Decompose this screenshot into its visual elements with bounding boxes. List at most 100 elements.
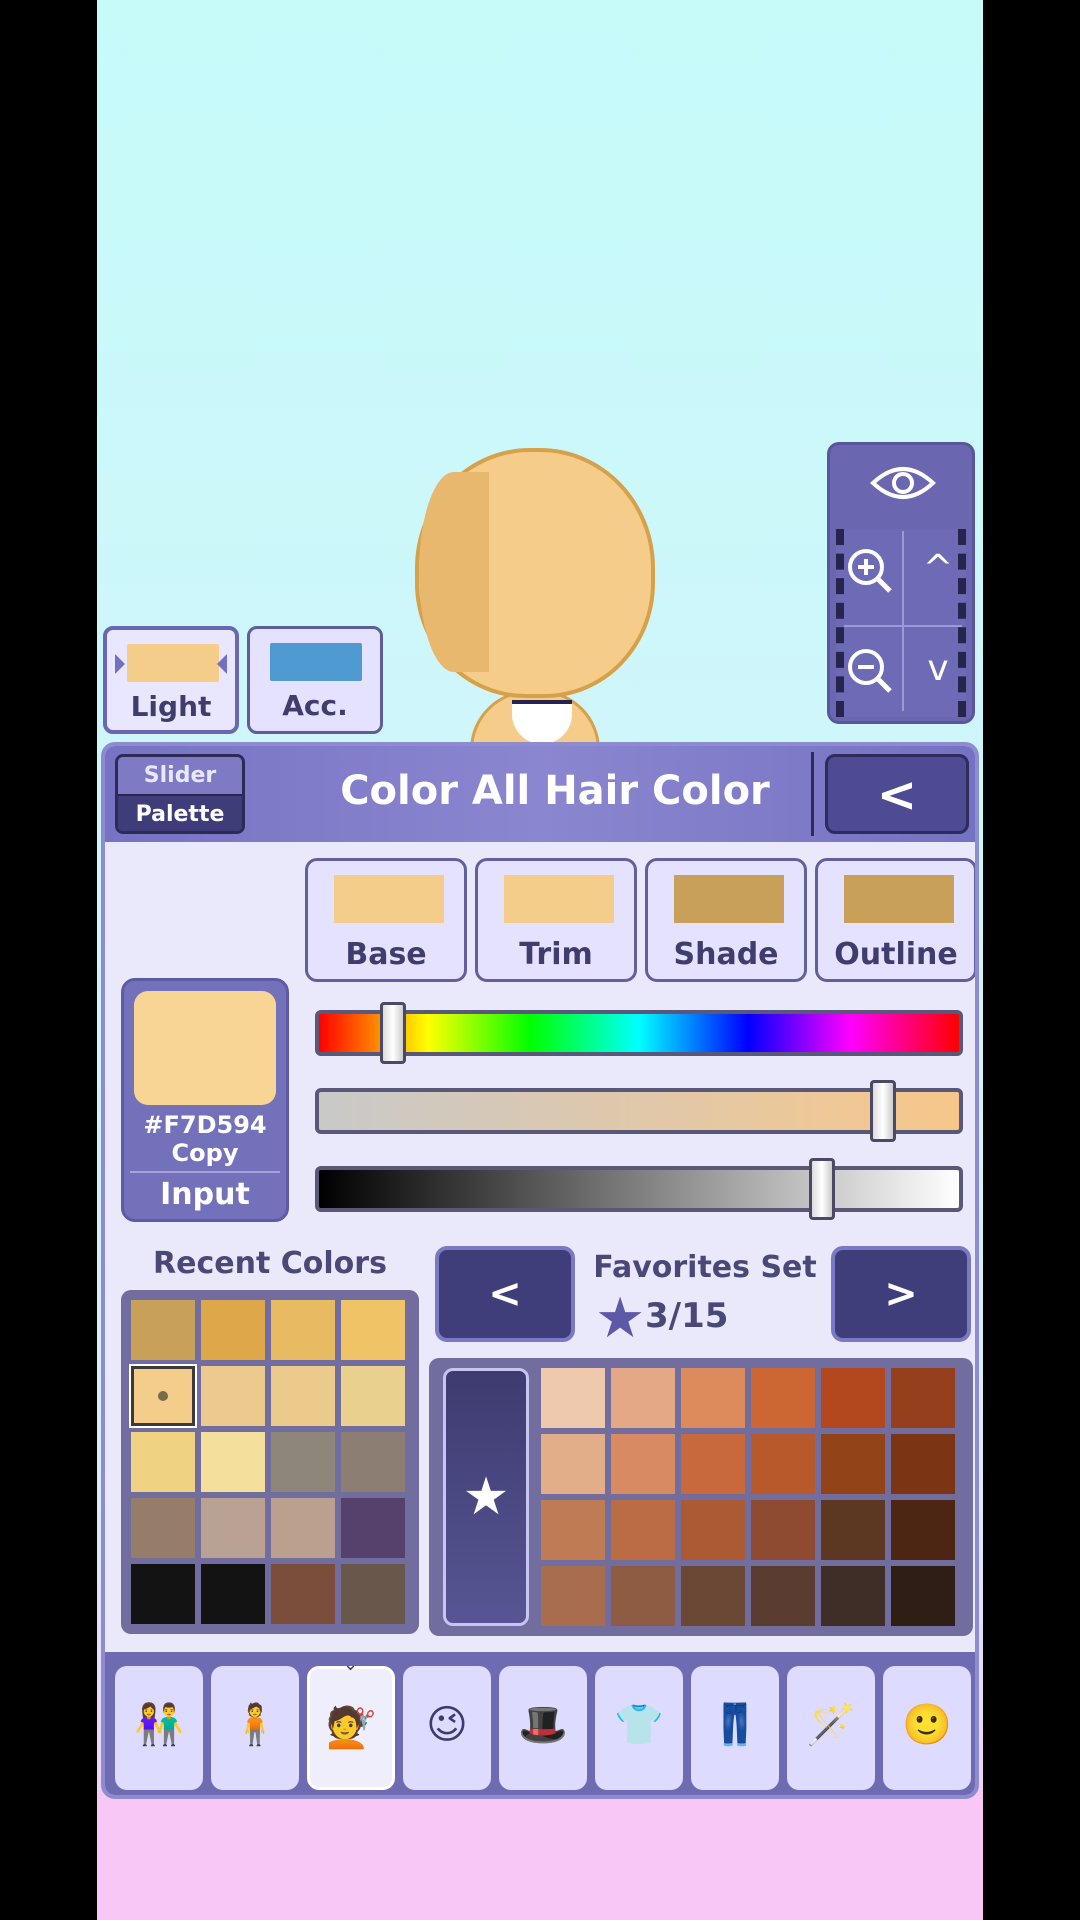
- face-tab-icon[interactable]: 😉: [403, 1666, 491, 1790]
- saturation-slider[interactable]: [315, 1088, 963, 1134]
- recent-color-swatch[interactable]: [271, 1498, 335, 1558]
- recent-color-swatch[interactable]: [201, 1300, 265, 1360]
- zoom-down-button[interactable]: v: [910, 645, 966, 693]
- favorite-color-swatch[interactable]: [821, 1434, 885, 1494]
- hue-slider-handle[interactable]: [380, 1002, 407, 1064]
- favorite-color-swatch[interactable]: [611, 1434, 675, 1494]
- characters-tab-icon[interactable]: 👫: [115, 1666, 203, 1790]
- recent-color-swatch[interactable]: [341, 1498, 405, 1558]
- bottom-clothing-tab-icon[interactable]: 👖: [691, 1666, 779, 1790]
- favorites-prev-button[interactable]: <: [435, 1246, 575, 1342]
- recent-color-swatch[interactable]: [271, 1366, 335, 1426]
- zoom-panel: ^ v: [827, 442, 975, 724]
- favorite-color-swatch[interactable]: [751, 1500, 815, 1560]
- favorite-color-swatch[interactable]: [891, 1434, 955, 1494]
- recent-color-swatch[interactable]: [201, 1564, 265, 1624]
- top-clothing-tab-icon[interactable]: 👕: [595, 1666, 683, 1790]
- favorite-color-swatch[interactable]: [541, 1368, 605, 1428]
- saturation-slider-handle[interactable]: [869, 1080, 896, 1142]
- favorite-color-swatch[interactable]: [751, 1566, 815, 1626]
- layer-base-button[interactable]: Base: [305, 858, 467, 982]
- layer-color-chip: [334, 875, 444, 923]
- favorite-color-swatch[interactable]: [541, 1500, 605, 1560]
- panel-title: Color All Hair Color: [340, 768, 770, 814]
- layer-shade-button[interactable]: Shade: [645, 858, 807, 982]
- header-divider: [811, 752, 814, 836]
- favorite-color-swatch[interactable]: [891, 1368, 955, 1428]
- add-favorite-star-button[interactable]: ★: [443, 1368, 529, 1626]
- recent-colors-grid: [121, 1290, 419, 1634]
- light-color-button[interactable]: Light: [103, 626, 239, 734]
- favorite-color-swatch[interactable]: [821, 1500, 885, 1560]
- bottom-background: [97, 1790, 983, 1920]
- zoom-in-icon[interactable]: [842, 545, 898, 593]
- character-head[interactable]: [415, 448, 655, 698]
- profile-tab-icon[interactable]: 🙂: [883, 1666, 971, 1790]
- light-label: Light: [130, 690, 212, 723]
- zoom-divider-vertical: [902, 531, 904, 711]
- layer-outline-button[interactable]: Outline: [815, 858, 975, 982]
- recent-color-swatch[interactable]: [131, 1432, 195, 1492]
- eye-icon[interactable]: [870, 461, 936, 505]
- palette-mode-option[interactable]: Palette: [118, 794, 242, 831]
- favorite-color-swatch[interactable]: [681, 1566, 745, 1626]
- favorite-color-swatch[interactable]: [891, 1500, 955, 1560]
- recent-color-swatch[interactable]: [201, 1366, 265, 1426]
- layer-trim-button[interactable]: Trim: [475, 858, 637, 982]
- favorite-color-swatch[interactable]: [891, 1566, 955, 1626]
- recent-color-swatch[interactable]: [271, 1300, 335, 1360]
- brightness-slider[interactable]: [315, 1166, 963, 1212]
- recent-color-swatch[interactable]: [341, 1366, 405, 1426]
- favorite-color-swatch[interactable]: [541, 1566, 605, 1626]
- color-panel: Slider Palette Color All Hair Color < Ba…: [101, 742, 979, 1799]
- favorite-color-swatch[interactable]: [611, 1368, 675, 1428]
- copy-button[interactable]: Copy: [124, 1139, 286, 1167]
- favorite-color-swatch[interactable]: [751, 1368, 815, 1428]
- favorite-color-swatch[interactable]: [821, 1368, 885, 1428]
- recent-color-swatch[interactable]: [341, 1564, 405, 1624]
- favorites-next-button[interactable]: >: [831, 1246, 971, 1342]
- favorite-color-swatch[interactable]: [611, 1566, 675, 1626]
- favorite-color-swatch[interactable]: [821, 1566, 885, 1626]
- recent-color-swatch[interactable]: [341, 1300, 405, 1360]
- head-shading: [419, 472, 489, 672]
- recent-color-swatch[interactable]: [201, 1498, 265, 1558]
- recent-color-swatch[interactable]: [131, 1498, 195, 1558]
- accessories-tab-icon[interactable]: 🎩: [499, 1666, 587, 1790]
- brightness-slider-handle[interactable]: [808, 1158, 835, 1220]
- props-tab-icon[interactable]: 🪄: [787, 1666, 875, 1790]
- hex-value[interactable]: #F7D594: [124, 1111, 286, 1139]
- recent-color-swatch[interactable]: [131, 1366, 195, 1426]
- layer-label: Base: [345, 937, 427, 972]
- zoom-up-button[interactable]: ^: [910, 545, 966, 593]
- favorite-color-swatch[interactable]: [541, 1434, 605, 1494]
- favorite-color-swatch[interactable]: [681, 1500, 745, 1560]
- recent-color-swatch[interactable]: [271, 1564, 335, 1624]
- recent-color-swatch[interactable]: [201, 1432, 265, 1492]
- recent-color-swatch[interactable]: [131, 1300, 195, 1360]
- body-tab-icon[interactable]: 🧍: [211, 1666, 299, 1790]
- input-button[interactable]: Input: [124, 1177, 286, 1212]
- hue-slider[interactable]: [315, 1010, 963, 1056]
- zoom-out-icon[interactable]: [842, 645, 898, 693]
- acc-label: Acc.: [282, 689, 348, 722]
- favorite-color-swatch[interactable]: [681, 1434, 745, 1494]
- recent-color-swatch[interactable]: [271, 1432, 335, 1492]
- favorite-color-swatch[interactable]: [611, 1500, 675, 1560]
- color-preview-card: #F7D594 Copy Input: [121, 978, 289, 1222]
- category-tab-bar: 👫 🧍 💇 😉 🎩 👕 👖 🪄 🙂 ⌄: [105, 1652, 975, 1795]
- slider-mode-option[interactable]: Slider: [118, 757, 242, 794]
- mode-toggle[interactable]: Slider Palette: [115, 754, 245, 834]
- favorite-color-swatch[interactable]: [681, 1368, 745, 1428]
- recent-color-swatch[interactable]: [341, 1432, 405, 1492]
- acc-color-button[interactable]: Acc.: [247, 626, 383, 734]
- favorites-star-icon: ★: [595, 1286, 646, 1351]
- hair-tab-icon[interactable]: 💇: [307, 1666, 395, 1790]
- active-tab-caret-icon: ⌄: [343, 1654, 359, 1675]
- favorite-color-swatch[interactable]: [751, 1434, 815, 1494]
- recent-color-swatch[interactable]: [131, 1564, 195, 1624]
- selected-indicator-icon: [158, 1391, 168, 1401]
- current-color-swatch: [134, 991, 276, 1105]
- back-button[interactable]: <: [825, 754, 969, 834]
- layer-label: Shade: [673, 937, 779, 972]
